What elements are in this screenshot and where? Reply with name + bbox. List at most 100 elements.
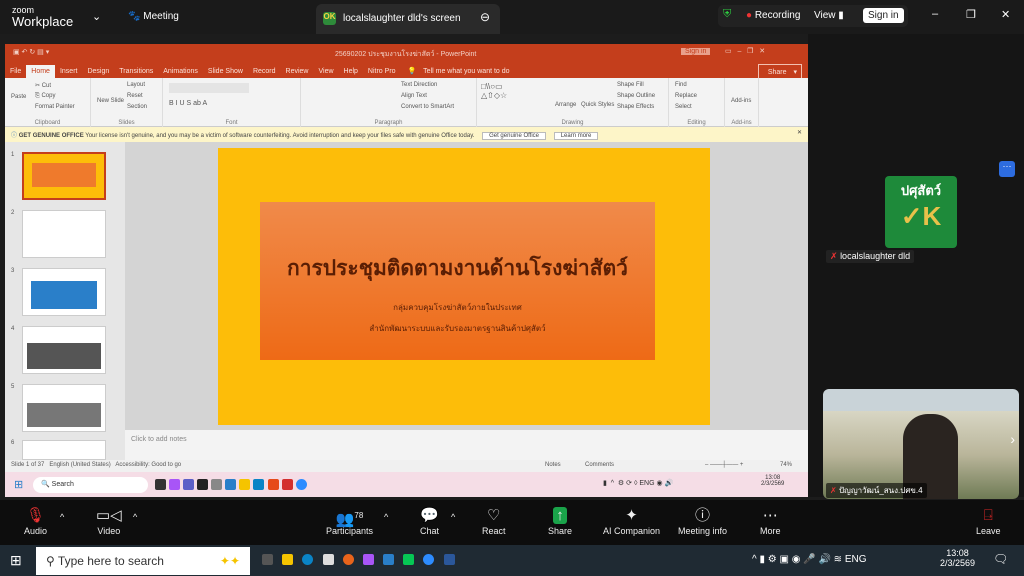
slide-thumbnail[interactable] — [22, 440, 106, 460]
shape-outline-button[interactable]: Shape Outline — [617, 93, 655, 99]
tab-review[interactable]: Review — [281, 65, 314, 78]
smartart-button[interactable]: Convert to SmartArt — [401, 104, 454, 110]
zoom-slider[interactable]: – ——┼—— + — [705, 462, 743, 468]
participant-video[interactable]: › ✗ ปัญญาวัฒน์_สนง.ปศข.4 — [823, 389, 1019, 499]
new-slide-button[interactable]: New Slide — [97, 98, 124, 104]
audio-options-caret[interactable]: ^ — [60, 512, 64, 522]
arrange-button[interactable]: Arrange — [555, 102, 576, 108]
window-controls[interactable]: ▭ – ❐ ✕ — [725, 47, 765, 55]
remote-system-tray[interactable]: ▮ ^ ⚙ ⟳ ◊ ENG ◉ 🔊 — [603, 479, 673, 487]
paragraph-group: Text Direction Align Text Convert to Sma… — [301, 78, 477, 127]
chat-button[interactable]: 💬Chat — [420, 506, 439, 536]
pinned-apps[interactable] — [262, 554, 455, 568]
slide-subtitle-1: กลุ่มควบคุมโรงฆ่าสัตว์ภายในประเทศ — [260, 301, 655, 314]
language[interactable]: English (United States) — [49, 462, 110, 468]
comments-button[interactable]: Comments — [585, 462, 614, 468]
tab-nitro-pro[interactable]: Nitro Pro — [363, 65, 401, 78]
ai-companion-button[interactable]: ✦AI Companion — [603, 506, 660, 536]
cut-button[interactable]: ✂ Cut — [35, 82, 51, 89]
host-name-tag: ✗ localslaughter dld — [826, 250, 914, 263]
slide-thumbnail[interactable] — [22, 326, 106, 374]
taskbar-search-box[interactable]: ⚲ Type here to search✦✦ — [36, 547, 250, 575]
view-button[interactable]: View ▮ — [814, 10, 844, 21]
font-format-buttons[interactable]: B I U S ab A — [169, 100, 207, 107]
leave-button[interactable]: ⍈Leave — [976, 506, 1001, 536]
sign-in-button[interactable]: Sign in — [863, 8, 904, 23]
share-screen-button[interactable]: ↑Share — [548, 506, 572, 536]
layout-button[interactable]: Layout — [127, 82, 145, 88]
tab-record[interactable]: Record — [248, 65, 281, 78]
tab-file[interactable]: File — [5, 65, 26, 78]
react-button[interactable]: ♡React — [482, 506, 506, 536]
close-button[interactable]: ✕ — [1001, 8, 1010, 21]
windows-start-icon[interactable]: ⊞ — [14, 478, 23, 491]
paste-button[interactable]: Paste — [11, 94, 26, 100]
tab-help[interactable]: Help — [339, 65, 363, 78]
slide-thumbnail-pane: 1 2 3 4 5 6 — [5, 142, 125, 460]
learn-more-button[interactable]: Learn more — [554, 132, 599, 140]
chat-options-caret[interactable]: ^ — [451, 512, 455, 522]
slide-canvas[interactable]: การประชุมติดตามงานด้านโรงฆ่าสัตว์ กลุ่มค… — [218, 148, 710, 425]
tab-design[interactable]: Design — [82, 65, 114, 78]
tab-animations[interactable]: Animations — [158, 65, 203, 78]
notification-icon[interactable]: 🗨 — [993, 552, 1008, 566]
tab-transitions[interactable]: Transitions — [114, 65, 158, 78]
format-painter-button[interactable]: Format Painter — [35, 104, 75, 110]
system-tray[interactable]: ^ ▮ ⚙ ▣ ◉ 🎤 🔊 ≋ ENG — [752, 554, 867, 565]
minimize-button[interactable]: – — [932, 8, 938, 20]
audio-button[interactable]: 🎙Audio — [24, 506, 47, 536]
get-genuine-button[interactable]: Get genuine Office — [482, 132, 546, 140]
zoom-title-bar: zoomWorkplace ⌄ 🐾 Meeting OK localslaugh… — [0, 0, 1024, 34]
more-options-button[interactable]: ··· — [999, 161, 1015, 177]
meeting-info-button[interactable]: ⓘMeeting info — [678, 506, 727, 536]
ppt-sign-in-button[interactable]: Sign in — [681, 48, 710, 55]
slide-thumbnail[interactable] — [22, 268, 106, 316]
leave-label: Leave — [976, 526, 1001, 536]
addins-button[interactable]: Add-ins — [731, 98, 751, 104]
tab-view[interactable]: View — [313, 65, 338, 78]
title-box[interactable]: การประชุมติดตามงานด้านโรงฆ่าสัตว์ กลุ่มค… — [260, 202, 655, 360]
participants-options-caret[interactable]: ^ — [384, 512, 388, 522]
select-button[interactable]: Select — [675, 104, 692, 110]
text-direction-button[interactable]: Text Direction — [401, 82, 437, 88]
copy-button[interactable]: ⎘ Copy — [35, 93, 55, 100]
windows-start-icon[interactable]: ⊞ — [10, 552, 22, 569]
tab-home[interactable]: Home — [26, 65, 55, 78]
find-button[interactable]: Find — [675, 82, 687, 88]
more-options-icon[interactable]: ⊖ — [480, 10, 490, 24]
tab-insert[interactable]: Insert — [55, 65, 83, 78]
remote-search-box[interactable]: 🔍 Search — [33, 477, 148, 493]
tab-slide-show[interactable]: Slide Show — [203, 65, 248, 78]
shapes-gallery[interactable]: □\\○▭△⇧◇☆ — [481, 82, 507, 100]
close-icon[interactable]: ✕ — [797, 129, 802, 136]
restore-button[interactable]: ❐ — [966, 8, 976, 21]
meeting-menu[interactable]: 🐾 Meeting — [128, 11, 179, 22]
quick-access-icons[interactable]: ▣ ↶ ↻ ▤ ▾ — [13, 48, 49, 56]
chevron-down-icon[interactable]: ⌄ — [92, 10, 101, 23]
notes-pane[interactable]: Click to add notes — [125, 430, 808, 460]
reset-button[interactable]: Reset — [127, 93, 143, 99]
more-button[interactable]: ⋯More — [760, 506, 781, 536]
align-text-button[interactable]: Align Text — [401, 93, 427, 99]
video-button[interactable]: ▭◁Video — [96, 506, 122, 536]
slide-thumbnail[interactable] — [22, 210, 106, 258]
section-button[interactable]: Section — [127, 104, 147, 110]
notes-button[interactable]: Notes — [545, 462, 561, 468]
slide-thumbnail[interactable] — [22, 384, 106, 432]
share-screen-tab[interactable]: OK localslaughter dld's screen ⊖ — [316, 4, 500, 34]
quick-styles-button[interactable]: Quick Styles — [581, 102, 614, 108]
replace-button[interactable]: Replace — [675, 93, 697, 99]
zoom-level[interactable]: 74% — [780, 462, 792, 468]
font-name-box[interactable] — [169, 83, 249, 93]
clock[interactable]: 13:082/3/2569 — [940, 548, 975, 568]
pinned-app-icons[interactable] — [155, 479, 307, 493]
accessibility-status[interactable]: Accessibility: Good to go — [115, 462, 181, 468]
recording-indicator[interactable]: ● Recording — [746, 10, 800, 21]
chevron-right-icon[interactable]: › — [1010, 431, 1015, 447]
shape-effects-button[interactable]: Shape Effects — [617, 104, 654, 110]
shape-fill-button[interactable]: Shape Fill — [617, 82, 644, 88]
participants-button[interactable]: 👥78Participants — [326, 506, 373, 536]
group-label: Clipboard — [5, 120, 90, 126]
video-options-caret[interactable]: ^ — [133, 512, 137, 522]
slide-thumbnail[interactable] — [22, 152, 106, 200]
